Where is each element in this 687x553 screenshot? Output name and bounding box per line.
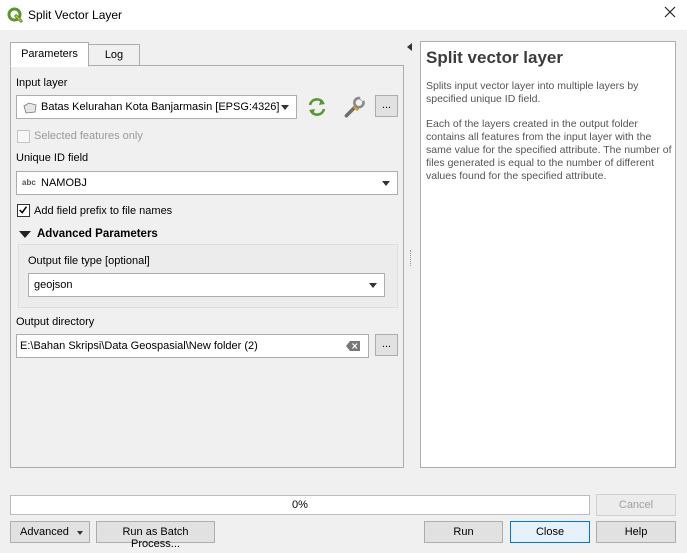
output-type-combo[interactable]: geojson bbox=[28, 273, 385, 297]
chevron-down-icon bbox=[281, 105, 289, 110]
chevron-down-icon bbox=[77, 531, 83, 535]
title-bar: Split Vector Layer bbox=[0, 0, 687, 30]
progress-bar: 0% bbox=[10, 495, 590, 515]
output-directory-label: Output directory bbox=[16, 316, 95, 328]
close-icon[interactable] bbox=[663, 5, 677, 19]
close-button[interactable]: Close bbox=[510, 521, 590, 543]
progress-text: 0% bbox=[292, 499, 308, 511]
wrench-icon[interactable] bbox=[342, 95, 366, 119]
help-button[interactable]: Help bbox=[596, 521, 676, 543]
field-prefix-checkbox[interactable] bbox=[17, 204, 30, 217]
output-type-label: Output file type [optional] bbox=[28, 255, 150, 267]
selected-features-checkbox[interactable] bbox=[17, 130, 30, 143]
help-description: Splits input vector layer into multiple … bbox=[426, 80, 639, 105]
clear-icon[interactable] bbox=[346, 341, 360, 351]
run-button[interactable]: Run bbox=[424, 521, 503, 543]
text-field-icon: abc bbox=[22, 178, 36, 187]
input-layer-browse-button[interactable]: ... bbox=[375, 95, 398, 117]
tab-parameters[interactable]: Parameters bbox=[10, 42, 89, 67]
chevron-down-icon bbox=[369, 283, 377, 288]
batch-process-button[interactable]: Run as Batch Process... bbox=[96, 521, 215, 550]
splitter-handle[interactable] bbox=[410, 250, 412, 266]
output-directory-input[interactable]: E:\Bahan Skripsi\Data Geospasial\New fol… bbox=[16, 334, 369, 358]
iterate-icon[interactable] bbox=[306, 96, 328, 118]
help-title: Split vector layer bbox=[426, 48, 564, 67]
help-panel: Split vector layer Splits input vector l… bbox=[420, 41, 676, 468]
advanced-menu-button[interactable]: Advanced bbox=[10, 521, 90, 543]
output-directory-value: E:\Bahan Skripsi\Data Geospasial\New fol… bbox=[20, 340, 258, 352]
unique-id-label: Unique ID field bbox=[16, 152, 89, 164]
input-layer-label: Input layer bbox=[16, 77, 68, 89]
input-layer-combo[interactable]: Batas Kelurahan Kota Banjarmasin [EPSG:4… bbox=[16, 95, 297, 119]
field-prefix-label: Add field prefix to file names bbox=[34, 205, 173, 217]
unique-id-value: NAMOBJ bbox=[41, 177, 87, 189]
selected-features-label: Selected features only bbox=[34, 130, 143, 142]
output-directory-browse-button[interactable]: ... bbox=[375, 334, 398, 356]
output-type-value: geojson bbox=[34, 279, 73, 291]
advanced-collapse-icon[interactable] bbox=[19, 231, 31, 238]
cancel-button[interactable]: Cancel bbox=[596, 494, 676, 516]
window-title: Split Vector Layer bbox=[28, 8, 123, 22]
help-details: Each of the layers created in the output… bbox=[426, 118, 672, 182]
input-layer-value: Batas Kelurahan Kota Banjarmasin [EPSG:4… bbox=[41, 101, 280, 113]
polygon-layer-icon bbox=[23, 102, 37, 114]
qgis-logo-icon bbox=[7, 7, 23, 23]
advanced-parameters-header[interactable]: Advanced Parameters bbox=[37, 228, 158, 240]
chevron-down-icon bbox=[382, 181, 390, 186]
checkmark-icon bbox=[19, 206, 28, 214]
unique-id-combo[interactable]: abc NAMOBJ bbox=[16, 171, 398, 195]
tab-log[interactable]: Log bbox=[88, 44, 140, 66]
collapse-help-icon[interactable] bbox=[407, 43, 412, 51]
